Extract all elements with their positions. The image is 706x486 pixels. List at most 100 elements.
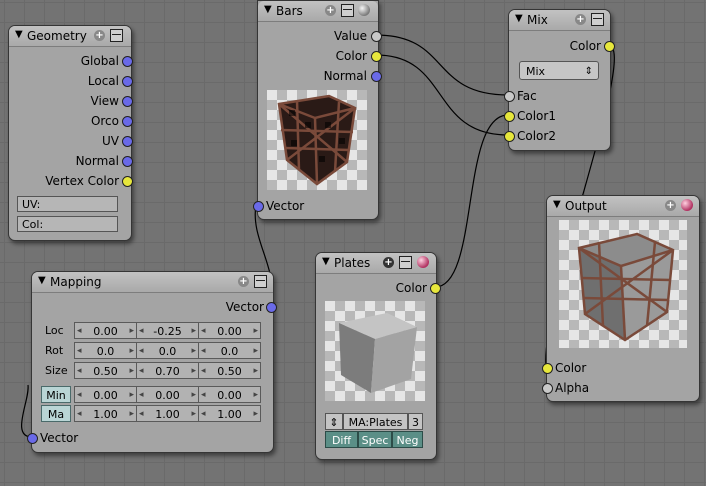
size-z-field[interactable]: ◂ 0.50 ▸ [198, 362, 261, 379]
max-x-field[interactable]: ◂ 1.00 ▸ [74, 405, 137, 422]
decrement-arrow-icon[interactable]: ◂ [201, 406, 206, 423]
plates-node-header[interactable]: ▼ Plates + [316, 253, 436, 274]
max-toggle-button[interactable]: Ma [41, 405, 71, 422]
increment-arrow-icon[interactable]: ▸ [253, 363, 258, 380]
collapse-triangle-icon[interactable]: ▼ [15, 29, 23, 40]
increment-arrow-icon[interactable]: ▸ [129, 406, 134, 423]
decrement-arrow-icon[interactable]: ◂ [77, 323, 82, 340]
min-y-field[interactable]: ◂ 0.00 ▸ [136, 386, 199, 403]
increment-arrow-icon[interactable]: ▸ [191, 406, 196, 423]
mapping-node[interactable]: ▼ Mapping + Vector Loc ◂ 0.00 ▸ ◂ -0.25 ▸ ◂ 0… [27, 271, 277, 453]
bars-node-header[interactable]: ▼ Bars + [258, 1, 378, 22]
neg-toggle-button[interactable]: Neg [392, 431, 423, 448]
collapse-triangle-icon[interactable]: ▼ [264, 4, 272, 15]
collapse-triangle-icon[interactable]: ▼ [322, 256, 330, 267]
loc-x-field[interactable]: ◂ 0.00 ▸ [74, 322, 137, 339]
plus-icon[interactable]: + [383, 257, 394, 268]
increment-arrow-icon[interactable]: ▸ [253, 387, 258, 404]
output-node-header[interactable]: ▼ Output + [547, 196, 699, 217]
decrement-arrow-icon[interactable]: ◂ [77, 363, 82, 380]
increment-arrow-icon[interactable]: ▸ [129, 387, 134, 404]
collapse-triangle-icon[interactable]: ▼ [38, 275, 46, 286]
output-socket-orco[interactable] [122, 116, 133, 127]
spec-toggle-button[interactable]: Spec [358, 431, 392, 448]
material-preview-sphere-icon[interactable] [681, 199, 693, 211]
mix-node-header[interactable]: ▼ Mix + [509, 10, 610, 31]
output-socket-normal[interactable] [122, 156, 133, 167]
output-socket-global[interactable] [122, 56, 133, 67]
output-socket-color[interactable] [371, 51, 382, 62]
increment-arrow-icon[interactable]: ▸ [253, 343, 258, 360]
output-socket-uv[interactable] [122, 136, 133, 147]
input-socket-color1[interactable] [504, 111, 515, 122]
max-y-field[interactable]: ◂ 1.00 ▸ [136, 405, 199, 422]
geometry-node[interactable]: ▼ Geometry + Global Local View Orco UV N… [8, 25, 133, 241]
increment-arrow-icon[interactable]: ▸ [191, 323, 196, 340]
diff-toggle-button[interactable]: Diff [325, 431, 358, 448]
plus-icon[interactable]: + [238, 276, 249, 287]
min-z-field[interactable]: ◂ 0.00 ▸ [198, 386, 261, 403]
hide-sockets-icon[interactable] [591, 13, 604, 26]
collapse-triangle-icon[interactable]: ▼ [553, 199, 561, 210]
mix-node[interactable]: ▼ Mix + Color Mix ⇕ Fac Color1 Color2 [504, 9, 615, 151]
decrement-arrow-icon[interactable]: ◂ [201, 387, 206, 404]
decrement-arrow-icon[interactable]: ◂ [201, 343, 206, 360]
plates-node[interactable]: ▼ Plates + Color ⇕ MA:Plates 3 Diff Spec… [315, 252, 441, 460]
output-socket-vertex-color[interactable] [122, 176, 133, 187]
output-socket-value[interactable] [371, 31, 382, 42]
input-socket-alpha[interactable] [542, 383, 553, 394]
increment-arrow-icon[interactable]: ▸ [129, 323, 134, 340]
output-socket-view[interactable] [122, 96, 133, 107]
decrement-arrow-icon[interactable]: ◂ [77, 406, 82, 423]
output-socket-local[interactable] [122, 76, 133, 87]
increment-arrow-icon[interactable]: ▸ [253, 406, 258, 423]
increment-arrow-icon[interactable]: ▸ [191, 387, 196, 404]
size-x-field[interactable]: ◂ 0.50 ▸ [74, 362, 137, 379]
rot-x-field[interactable]: ◂ 0.0 ▸ [74, 342, 137, 359]
decrement-arrow-icon[interactable]: ◂ [139, 323, 144, 340]
loc-y-field[interactable]: ◂ -0.25 ▸ [136, 322, 199, 339]
uv-field[interactable]: UV: [17, 196, 118, 212]
input-socket-color[interactable] [542, 363, 553, 374]
output-node[interactable]: ▼ Output + Color Alpha [542, 195, 700, 402]
rot-y-field[interactable]: ◂ 0.0 ▸ [136, 342, 199, 359]
collapse-triangle-icon[interactable]: ▼ [515, 13, 523, 24]
output-socket-color[interactable] [604, 41, 615, 52]
hide-sockets-icon[interactable] [399, 256, 412, 269]
material-preview-sphere-icon[interactable] [417, 256, 429, 268]
input-socket-vector[interactable] [253, 201, 264, 212]
browse-material-button[interactable]: ⇕ [325, 413, 343, 430]
output-socket-color[interactable] [430, 283, 441, 294]
increment-arrow-icon[interactable]: ▸ [129, 363, 134, 380]
hide-sockets-icon[interactable] [110, 29, 123, 42]
min-toggle-button[interactable]: Min [41, 386, 71, 403]
input-socket-color2[interactable] [504, 131, 515, 142]
decrement-arrow-icon[interactable]: ◂ [77, 343, 82, 360]
plus-icon[interactable]: + [575, 14, 586, 25]
plus-icon[interactable]: + [325, 5, 336, 16]
output-socket-normal[interactable] [371, 71, 382, 82]
loc-z-field[interactable]: ◂ 0.00 ▸ [198, 322, 261, 339]
min-x-field[interactable]: ◂ 0.00 ▸ [74, 386, 137, 403]
blend-mode-dropdown[interactable]: Mix ⇕ [519, 61, 599, 80]
decrement-arrow-icon[interactable]: ◂ [139, 387, 144, 404]
geometry-node-header[interactable]: ▼ Geometry + [9, 26, 131, 47]
increment-arrow-icon[interactable]: ▸ [253, 323, 258, 340]
max-z-field[interactable]: ◂ 1.00 ▸ [198, 405, 261, 422]
output-socket-vector[interactable] [266, 302, 277, 313]
input-socket-fac[interactable] [504, 91, 515, 102]
col-field[interactable]: Col: [17, 216, 118, 232]
material-preview-sphere-icon[interactable] [358, 4, 370, 16]
user-count-field[interactable]: 3 [408, 413, 423, 430]
decrement-arrow-icon[interactable]: ◂ [139, 343, 144, 360]
hide-sockets-icon[interactable] [254, 275, 267, 288]
mapping-node-header[interactable]: ▼ Mapping + [32, 272, 273, 293]
increment-arrow-icon[interactable]: ▸ [191, 363, 196, 380]
hide-sockets-icon[interactable] [341, 4, 354, 17]
decrement-arrow-icon[interactable]: ◂ [77, 387, 82, 404]
plus-icon[interactable]: + [665, 200, 676, 211]
input-socket-vector[interactable] [27, 433, 38, 444]
size-y-field[interactable]: ◂ 0.70 ▸ [136, 362, 199, 379]
bars-node[interactable]: ▼ Bars + Value Color Normal Vector [253, 0, 382, 220]
decrement-arrow-icon[interactable]: ◂ [139, 363, 144, 380]
